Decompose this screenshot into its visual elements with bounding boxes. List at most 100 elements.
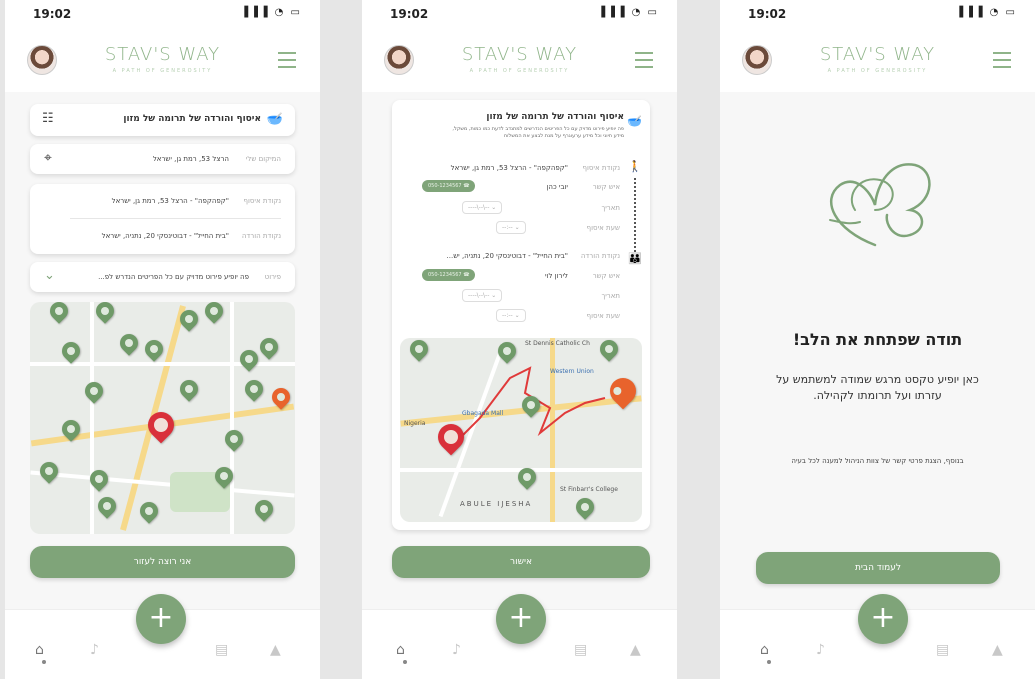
chevron-down-icon: ⌄: [491, 292, 497, 299]
brand-logo: STAV'S WAY: [104, 44, 221, 65]
brand-tagline: A PATH OF GENEROSITY: [112, 68, 213, 74]
chevron-down-icon: ⌄: [491, 204, 497, 211]
map-label: Nigeria: [404, 420, 426, 427]
map-view[interactable]: [30, 302, 295, 534]
date-picker[interactable]: ⌄ --\--\----: [462, 201, 503, 214]
confirm-button[interactable]: אישור: [392, 546, 650, 578]
user-icon[interactable]: ▲: [270, 642, 281, 658]
map-pin[interactable]: [176, 376, 202, 402]
route-map[interactable]: St Dennis Catholic Ch Western Union Nige…: [400, 338, 642, 522]
home-icon[interactable]: ⌂: [35, 642, 44, 658]
map-pin[interactable]: [201, 302, 227, 324]
route-dotted-line: [634, 178, 636, 252]
clipboard-icon[interactable]: ▤: [936, 642, 949, 658]
confirm-card: 🥣 איסוף והורדה של תרומה של מזון פה יופיע…: [392, 100, 650, 530]
dropoff-label: נקודת הורדה: [580, 252, 620, 260]
request-title-card: 🥣 איסוף והורדה של תרומה של מזון ☷: [30, 104, 295, 136]
hamburger-menu-icon[interactable]: [635, 52, 653, 68]
bowl-icon: 🥣: [266, 112, 283, 127]
map-pin[interactable]: [141, 336, 167, 362]
map-pin[interactable]: [94, 493, 120, 519]
dropoff-value: "בית החייל" - דבוטינסקי 20, נתניה, יש...: [446, 252, 568, 260]
contact-name: לירון לוי: [545, 272, 568, 280]
map-pin[interactable]: [256, 334, 282, 360]
want-to-help-button[interactable]: אני רוצה לעזור: [30, 546, 295, 578]
pickup-label: נקודת איסוף: [582, 164, 621, 172]
date-label: תאריך: [601, 292, 620, 300]
map-pin[interactable]: [241, 376, 267, 402]
clipboard-icon[interactable]: ▤: [574, 642, 587, 658]
bottom-tab-bar: ⌂ ♪ + ▤ ▲: [362, 594, 677, 679]
status-time: 19:02: [390, 7, 429, 21]
brand-logo: STAV'S WAY: [819, 44, 936, 65]
pickup-value[interactable]: "קפהקפה" - הרצל 53, רמת גן, ישראל: [112, 197, 229, 205]
map-pin[interactable]: [251, 496, 277, 522]
time-value: --:--: [502, 224, 513, 231]
contact-phone: 050-1234567: [428, 183, 462, 189]
bell-icon[interactable]: ♪: [452, 642, 461, 658]
active-tab-dot: [767, 660, 771, 664]
details-label: פירוט: [264, 273, 281, 281]
contact-phone-button[interactable]: ☎ 050-1234567: [422, 269, 476, 281]
status-bar: 19:02 ▐▐▐ ◔ ▭: [5, 0, 320, 30]
user-icon[interactable]: ▲: [992, 642, 1003, 658]
route-line: [449, 366, 606, 449]
time-picker[interactable]: ⌄ --:--: [496, 221, 526, 234]
date-value: --\--\----: [468, 204, 490, 211]
filter-icon[interactable]: ☷: [42, 111, 54, 126]
crosshair-icon[interactable]: ⌖: [44, 150, 52, 166]
map-pin[interactable]: [81, 378, 107, 404]
map-pin[interactable]: [116, 330, 142, 356]
map-pin[interactable]: [36, 458, 62, 484]
map-label: ABULE IJESHA: [460, 500, 533, 508]
hamburger-menu-icon[interactable]: [993, 52, 1011, 68]
chevron-down-icon[interactable]: ⌄: [44, 268, 55, 283]
request-title: איסוף והורדה של תרומה של מזון: [486, 112, 624, 122]
dropoff-value[interactable]: "בית החייל" - דבוטינסקי 20, נתניה, ישראל: [102, 232, 229, 240]
details-card[interactable]: פירוט פה יופיע פירוט מדויק עם כל הפריטים…: [30, 262, 295, 292]
map-pin[interactable]: [46, 302, 72, 324]
walker-icon: 🚶: [628, 160, 642, 173]
date-value: --\--\----: [468, 292, 490, 299]
home-page-button[interactable]: לעמוד הבית: [756, 552, 1000, 584]
time-label: שעת איסוף: [586, 312, 620, 320]
map-pin[interactable]: [58, 338, 84, 364]
screens-showcase: 19:02 ▐▐▐ ◔ ▭ STAV'S WAY A PATH OF GENER…: [0, 0, 1035, 679]
map-pin[interactable]: [136, 498, 162, 524]
bowl-icon: 🥣: [627, 114, 642, 128]
request-title: איסוף והורדה של תרומה של מזון: [123, 114, 261, 124]
contact-name: יובי כהן: [546, 183, 569, 191]
add-fab-button[interactable]: +: [496, 594, 546, 644]
my-location-card[interactable]: המיקום שלי הרצל 53, רמת גן, ישראל ⌖: [30, 144, 295, 174]
bell-icon[interactable]: ♪: [90, 642, 99, 658]
contact-label: איש קשר: [592, 183, 620, 191]
map-pin[interactable]: [221, 426, 247, 452]
status-bar: 19:02 ▐▐▐ ◔ ▭: [720, 0, 1035, 30]
home-icon[interactable]: ⌂: [760, 642, 769, 658]
request-description: פה יופיע פירוט מדויק עם כל הפריטים הנדרש…: [452, 126, 624, 139]
map-pin[interactable]: [236, 346, 262, 372]
phone-screen-thank-you: 19:02 ▐▐▐ ◔ ▭ STAV'S WAY A PATH OF GENER…: [720, 0, 1035, 679]
time-value: --:--: [502, 312, 513, 319]
bell-icon[interactable]: ♪: [816, 642, 825, 658]
add-fab-button[interactable]: +: [136, 594, 186, 644]
status-time: 19:02: [33, 7, 72, 21]
brand-tagline: A PATH OF GENEROSITY: [827, 68, 928, 74]
add-fab-button[interactable]: +: [858, 594, 908, 644]
phone-screen-confirm: 19:02 ▐▐▐ ◔ ▭ STAV'S WAY A PATH OF GENER…: [362, 0, 677, 679]
map-pin[interactable]: [92, 302, 118, 324]
date-picker[interactable]: ⌄ --\--\----: [462, 289, 503, 302]
map-label: St Finbarr's College: [560, 486, 618, 493]
user-icon[interactable]: ▲: [630, 642, 641, 658]
status-bar: 19:02 ▐▐▐ ◔ ▭: [362, 0, 677, 30]
status-time: 19:02: [748, 7, 787, 21]
map-label: Gbagada Mall: [462, 410, 504, 417]
time-label: שעת איסוף: [586, 224, 620, 232]
contact-phone-button[interactable]: ☎ 050-1234567: [422, 180, 476, 192]
system-icons: ▐▐▐ ◔ ▭: [240, 7, 302, 18]
clipboard-icon[interactable]: ▤: [215, 642, 228, 658]
hamburger-menu-icon[interactable]: [278, 52, 296, 68]
home-icon[interactable]: ⌂: [396, 642, 405, 658]
time-picker[interactable]: ⌄ --:--: [496, 309, 526, 322]
active-tab-dot: [42, 660, 46, 664]
